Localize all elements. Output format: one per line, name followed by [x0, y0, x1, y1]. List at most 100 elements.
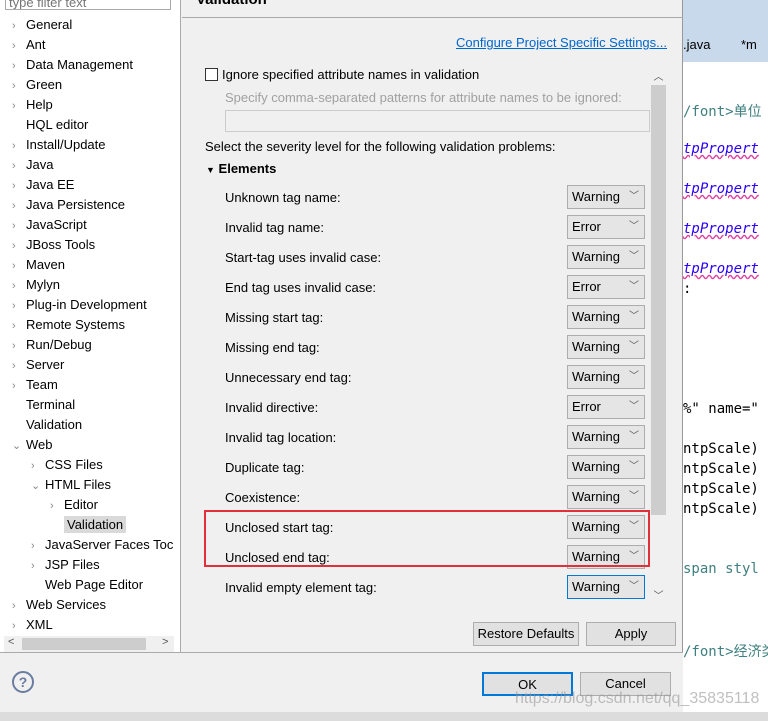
tree-item[interactable]: › Run/Debug [12, 335, 92, 355]
severity-dropdown[interactable]: Error ﹀ [567, 275, 645, 299]
tree-item[interactable]: ⌄ Web [12, 435, 53, 455]
tree-item[interactable]: › XML [12, 615, 53, 635]
tree-item[interactable]: Web Page Editor [31, 575, 143, 595]
tree-item[interactable]: › Maven [12, 255, 65, 275]
tree-item[interactable]: › JavaScript [12, 215, 87, 235]
tree-item[interactable]: HQL editor [12, 115, 88, 135]
collapsed-chevron-icon[interactable]: › [12, 136, 26, 156]
tree-item[interactable]: Validation [50, 515, 127, 535]
patterns-input[interactable] [225, 110, 650, 132]
configure-project-settings-link[interactable]: Configure Project Specific Settings... [456, 35, 667, 50]
tree-item[interactable]: › Install/Update [12, 135, 106, 155]
tree-item[interactable]: › Green [12, 75, 62, 95]
expanded-chevron-icon[interactable]: ⌄ [31, 476, 45, 496]
severity-dropdown[interactable]: Error ﹀ [567, 215, 645, 239]
patterns-label: Specify comma-separated patterns for att… [225, 90, 622, 105]
help-icon[interactable]: ? [12, 671, 34, 693]
collapsed-chevron-icon[interactable]: › [12, 96, 26, 116]
collapsed-chevron-icon[interactable]: › [12, 316, 26, 336]
tree-item[interactable]: › Data Management [12, 55, 133, 75]
restore-defaults-button[interactable]: Restore Defaults [473, 622, 579, 646]
scroll-up-icon[interactable]: ︿ [650, 68, 667, 83]
tree-item[interactable]: › Ant [12, 35, 46, 55]
vertical-scrollbar[interactable]: ︿ ﹀ [650, 65, 667, 605]
apply-button[interactable]: Apply [586, 622, 676, 646]
editor-tab[interactable]: .java [683, 37, 710, 52]
collapsed-chevron-icon[interactable]: › [12, 616, 26, 636]
tree-item[interactable]: › Mylyn [12, 275, 60, 295]
tree-item-label: Plug-in Development [26, 297, 147, 312]
tree-item[interactable]: › Java [12, 155, 53, 175]
tree-item[interactable]: Terminal [12, 395, 75, 415]
severity-value: Warning [572, 189, 620, 204]
severity-value: Error [572, 399, 601, 414]
collapsed-chevron-icon[interactable]: › [31, 536, 45, 556]
validation-page: Validation Configure Project Specific Se… [182, 0, 683, 652]
problem-label: Invalid empty element tag: [225, 580, 377, 595]
severity-dropdown[interactable]: Warning ﹀ [567, 335, 645, 359]
collapsed-chevron-icon[interactable]: › [12, 16, 26, 36]
collapsed-chevron-icon[interactable]: › [12, 276, 26, 296]
tree-item[interactable]: › Java Persistence [12, 195, 125, 215]
expanded-chevron-icon[interactable]: ⌄ [12, 436, 26, 456]
tree-item[interactable]: › Editor [50, 495, 98, 515]
tree-item[interactable]: › Java EE [12, 175, 74, 195]
collapsed-chevron-icon[interactable]: › [12, 76, 26, 96]
ignore-attributes-checkbox[interactable] [205, 68, 218, 81]
tree-item[interactable]: › Help [12, 95, 53, 115]
tree-item[interactable]: › Remote Systems [12, 315, 125, 335]
collapsed-chevron-icon[interactable]: › [12, 376, 26, 396]
tree-item[interactable]: ⌄ HTML Files [31, 475, 111, 495]
tree-item[interactable]: › JSP Files [31, 555, 100, 575]
tree-item[interactable]: Validation [12, 415, 82, 435]
severity-dropdown[interactable]: Warning ﹀ [567, 485, 645, 509]
tree-item[interactable]: › Team [12, 375, 58, 395]
severity-dropdown[interactable]: Warning ﹀ [567, 365, 645, 389]
code-line: tpPropert [683, 261, 759, 277]
tree-item-label: HTML Files [45, 477, 111, 492]
problem-label: Invalid tag name: [225, 220, 325, 235]
tree-item[interactable]: › JavaServer Faces Toc [31, 535, 173, 555]
collapsed-chevron-icon[interactable]: › [12, 156, 26, 176]
collapsed-chevron-icon[interactable]: › [12, 296, 26, 316]
collapsed-chevron-icon[interactable]: › [12, 256, 26, 276]
tree-item[interactable]: › Web Services [12, 595, 106, 615]
severity-dropdown[interactable]: Warning ﹀ [567, 575, 645, 599]
elements-section-toggle[interactable]: ▼ Elements [206, 161, 276, 176]
tree-item[interactable]: › Server [12, 355, 64, 375]
scroll-left-icon[interactable]: < [8, 636, 14, 648]
collapsed-chevron-icon[interactable]: › [31, 456, 45, 476]
collapsed-chevron-icon[interactable]: › [12, 216, 26, 236]
collapsed-chevron-icon[interactable]: › [12, 176, 26, 196]
severity-dropdown[interactable]: Warning ﹀ [567, 245, 645, 269]
tree-horizontal-scrollbar[interactable]: < > [4, 636, 174, 652]
code-line: ntpScale) [683, 501, 759, 517]
tree-item-label: Ant [26, 37, 46, 52]
scroll-down-icon[interactable]: ﹀ [650, 587, 667, 602]
filter-input[interactable] [5, 0, 171, 10]
collapsed-chevron-icon[interactable]: › [12, 356, 26, 376]
tree-item[interactable]: › CSS Files [31, 455, 103, 475]
severity-dropdown[interactable]: Error ﹀ [567, 395, 645, 419]
collapsed-chevron-icon[interactable]: › [12, 36, 26, 56]
severity-dropdown[interactable]: Warning ﹀ [567, 185, 645, 209]
tree-item-label: Server [26, 357, 65, 372]
scroll-thumb[interactable] [22, 638, 146, 650]
tree-item[interactable]: › General [12, 15, 72, 35]
scroll-right-icon[interactable]: > [162, 636, 168, 648]
collapsed-chevron-icon[interactable]: › [31, 556, 45, 576]
severity-dropdown[interactable]: Warning ﹀ [567, 425, 645, 449]
collapsed-chevron-icon[interactable]: › [12, 596, 26, 616]
editor-tab[interactable]: *m [741, 37, 757, 52]
scroll-thumb[interactable] [651, 85, 666, 515]
tree-item[interactable]: › JBoss Tools [12, 235, 95, 255]
tree-item-label: Install/Update [26, 137, 106, 152]
collapsed-chevron-icon[interactable]: › [12, 56, 26, 76]
collapsed-chevron-icon[interactable]: › [12, 236, 26, 256]
collapsed-chevron-icon[interactable]: › [12, 196, 26, 216]
collapsed-chevron-icon[interactable]: › [50, 496, 64, 516]
tree-item[interactable]: › Plug-in Development [12, 295, 147, 315]
collapsed-chevron-icon[interactable]: › [12, 336, 26, 356]
severity-dropdown[interactable]: Warning ﹀ [567, 305, 645, 329]
severity-dropdown[interactable]: Warning ﹀ [567, 455, 645, 479]
